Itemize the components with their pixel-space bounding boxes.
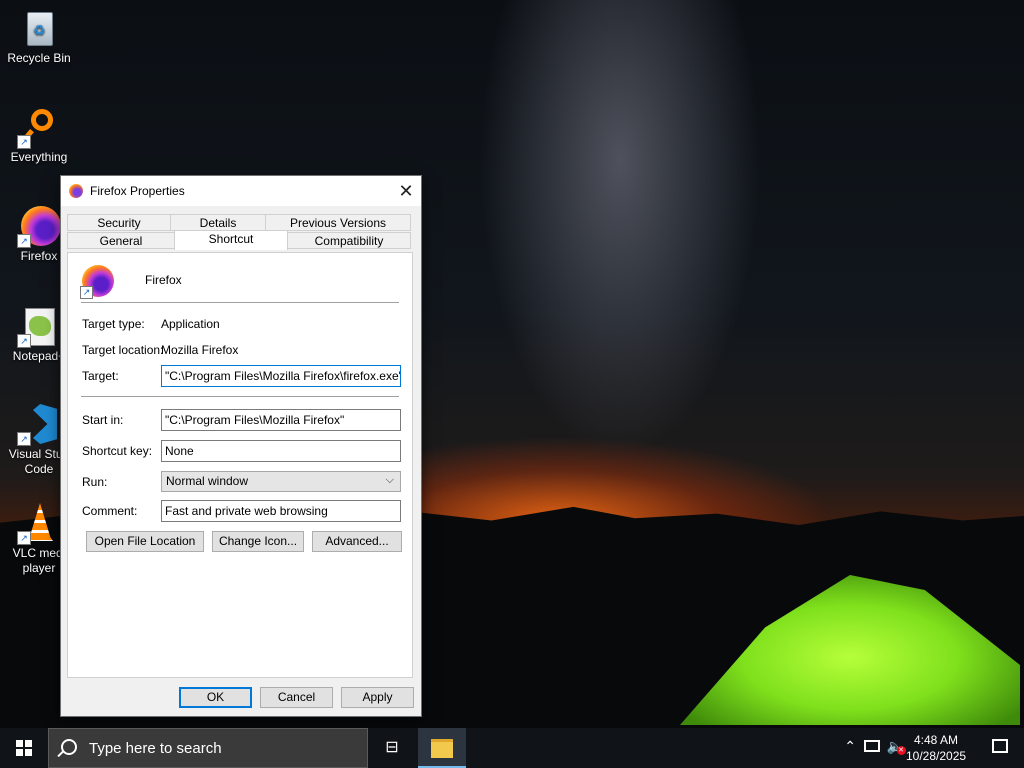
tab-compatibility[interactable]: Compatibility	[287, 232, 411, 249]
divider	[81, 302, 399, 303]
volume-muted-icon[interactable]: 🔈 ✕	[887, 738, 906, 755]
target-location-label: Target location:	[82, 343, 164, 357]
desktop-icon-label: Recycle Bin	[7, 51, 71, 65]
file-explorer-taskbar-button[interactable]	[418, 728, 466, 768]
firefox-icon: ↗	[17, 206, 61, 248]
shortcut-arrow-icon: ↗	[17, 135, 31, 149]
desktop-icon-everything[interactable]: ↗ Everything	[1, 107, 77, 165]
taskbar-search-box[interactable]: Type here to search	[48, 728, 368, 768]
folder-icon	[431, 739, 453, 758]
app-name: Firefox	[145, 273, 182, 287]
vscode-icon: ↗	[17, 404, 59, 446]
network-icon[interactable]	[864, 740, 880, 752]
close-button[interactable]: ✕	[391, 176, 421, 206]
divider	[81, 396, 399, 397]
notepad-plus-plus-icon: ↗	[17, 306, 59, 348]
start-in-label: Start in:	[82, 413, 124, 427]
target-location-value: Mozilla Firefox	[161, 343, 239, 357]
shortcut-arrow-icon: ↗	[17, 234, 31, 248]
tab-previous-versions[interactable]: Previous Versions	[265, 214, 411, 231]
target-input[interactable]: "C:\Program Files\Mozilla Firefox\firefo…	[161, 365, 401, 387]
target-type-label: Target type:	[82, 317, 145, 331]
close-icon: ✕	[398, 181, 414, 201]
system-tray: ⌃ 🔈 ✕ 4:48 AM 10/28/2025	[824, 728, 1024, 768]
task-view-button[interactable]: ⊟	[372, 728, 412, 768]
taskbar: Type here to search ⊟ ⌃ 🔈 ✕ 4:48 AM 10/28…	[0, 728, 1024, 768]
target-type-value: Application	[161, 317, 220, 331]
search-icon	[61, 739, 77, 755]
shortcut-arrow-icon: ↗	[17, 432, 31, 446]
tab-general[interactable]: General	[67, 232, 175, 249]
cancel-button[interactable]: Cancel	[260, 687, 333, 708]
show-hidden-icons-chevron-icon[interactable]: ⌃	[844, 738, 856, 755]
search-placeholder: Type here to search	[89, 740, 222, 757]
desktop-icon-recycle-bin[interactable]: ♻ Recycle Bin	[1, 8, 77, 66]
shortcut-arrow-icon: ↗	[17, 334, 31, 348]
comment-label: Comment:	[82, 504, 138, 518]
run-select[interactable]: Normal window ⌵	[161, 471, 401, 492]
shortcut-key-input[interactable]: None	[161, 440, 401, 462]
comment-input[interactable]: Fast and private web browsing	[161, 500, 401, 522]
change-icon-button[interactable]: Change Icon...	[212, 531, 304, 552]
firefox-icon	[69, 184, 83, 198]
tab-security[interactable]: Security	[67, 214, 171, 231]
run-select-value: Normal window	[166, 474, 249, 488]
shortcut-key-label: Shortcut key:	[82, 444, 153, 458]
start-in-input[interactable]: "C:\Program Files\Mozilla Firefox"	[161, 409, 401, 431]
clock-date: 10/28/2025	[906, 749, 967, 763]
dialog-title: Firefox Properties	[90, 184, 185, 198]
dialog-titlebar[interactable]: Firefox Properties ✕	[61, 176, 421, 206]
firefox-properties-dialog: Firefox Properties ✕ Security Details Pr…	[60, 175, 422, 717]
run-label: Run:	[82, 475, 108, 489]
clock[interactable]: 4:48 AM 10/28/2025	[906, 732, 966, 764]
recycle-bin-icon: ♻	[19, 8, 59, 48]
vlc-cone-icon: ↗	[17, 503, 59, 545]
everything-icon: ↗	[17, 107, 59, 149]
start-button[interactable]	[0, 728, 48, 768]
shortcut-tab-panel: ↗ Firefox Target type: Application Targe…	[67, 252, 413, 678]
ok-button[interactable]: OK	[179, 687, 252, 708]
tab-details[interactable]: Details	[170, 214, 266, 231]
target-label: Target:	[82, 369, 119, 383]
apply-button[interactable]: Apply	[341, 687, 414, 708]
clock-time: 4:48 AM	[913, 733, 959, 747]
advanced-button[interactable]: Advanced...	[312, 531, 402, 552]
open-file-location-button[interactable]: Open File Location	[86, 531, 204, 552]
target-input-value: "C:\Program Files\Mozilla Firefox\firefo…	[165, 369, 401, 383]
desktop-icon-label: Everything	[10, 150, 68, 164]
tab-shortcut[interactable]: Shortcut	[174, 230, 288, 250]
shortcut-arrow-icon: ↗	[80, 286, 93, 299]
shortcut-arrow-icon: ↗	[17, 531, 31, 545]
task-view-icon: ⊟	[385, 739, 399, 756]
windows-logo-icon	[16, 740, 32, 756]
chevron-down-icon: ⌵	[385, 474, 394, 486]
notifications-icon[interactable]	[992, 739, 1008, 753]
tab-strip: Security Details Previous Versions Gener…	[67, 214, 411, 254]
firefox-app-icon: ↗	[80, 265, 114, 299]
